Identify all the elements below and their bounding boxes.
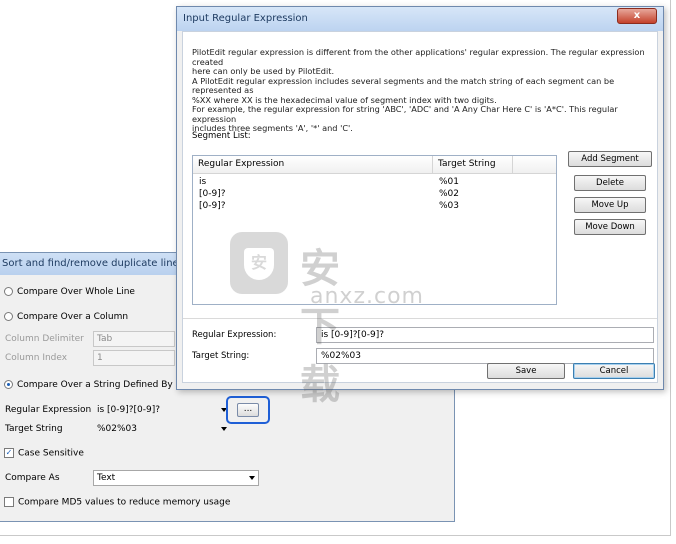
radio-selected-icon (4, 380, 13, 389)
regex-field-label: Regular Expression: (192, 330, 277, 340)
regex-label: Regular Expression (5, 405, 92, 415)
column-header-target[interactable]: Target String (433, 156, 513, 173)
chevron-down-icon (249, 476, 255, 480)
segment-list[interactable]: Regular Expression Target String is %01 [… (192, 155, 557, 305)
chevron-down-icon (221, 427, 227, 431)
list-item[interactable]: [0-9]? %03 (193, 201, 556, 212)
radio-icon (4, 287, 13, 296)
list-header: Regular Expression Target String (193, 156, 556, 174)
add-segment-button[interactable]: Add Segment (568, 151, 652, 167)
list-item[interactable]: is %01 (193, 177, 556, 188)
regex-input[interactable]: is [0-9]?[0-9]? (316, 327, 654, 343)
delete-button[interactable]: Delete (574, 175, 646, 191)
ellipsis-button-highlight: ... (226, 396, 270, 424)
compare-as-label: Compare As (5, 473, 60, 483)
list-item[interactable]: [0-9]? %02 (193, 189, 556, 200)
radio-column[interactable]: Compare Over a Column (4, 312, 128, 322)
save-button[interactable]: Save (487, 363, 565, 379)
cancel-button[interactable]: Cancel (573, 363, 655, 379)
radio-icon (4, 312, 13, 321)
regex-combobox[interactable]: is [0-9]?[0-9]? (93, 402, 231, 418)
compare-as-select[interactable]: Text (93, 470, 259, 486)
close-icon: x (633, 10, 641, 21)
close-button[interactable]: x (617, 8, 657, 24)
radio-whole-line[interactable]: Compare Over Whole Line (4, 287, 135, 297)
dialog-content: PilotEdit regular expression is differen… (182, 31, 658, 383)
divider (183, 318, 657, 319)
ellipsis-button[interactable]: ... (237, 403, 259, 417)
md5-checkbox[interactable]: Compare MD5 values to reduce memory usag… (4, 497, 230, 508)
target-string-label: Target String (5, 424, 63, 434)
column-delimiter-select[interactable]: Tab (93, 331, 175, 347)
checkbox-icon (4, 497, 14, 507)
column-delimiter-label: Column Delimiter (5, 334, 84, 344)
move-down-button[interactable]: Move Down (574, 219, 646, 235)
move-up-button[interactable]: Move Up (574, 197, 646, 213)
column-index-label: Column Index (5, 353, 68, 363)
target-string-input[interactable]: %02%03 (316, 348, 654, 364)
column-header-regex[interactable]: Regular Expression (193, 156, 433, 173)
segment-list-label: Segment List: (192, 131, 251, 141)
target-string-combobox[interactable]: %02%03 (93, 421, 231, 437)
column-index-field[interactable]: 1 (93, 350, 175, 366)
description-text: PilotEdit regular expression is differen… (192, 47, 645, 133)
input-regex-dialog: Input Regular Expression x PilotEdit reg… (176, 6, 664, 390)
case-sensitive-checkbox[interactable]: ✓ Case Sensitive (4, 448, 84, 459)
target-field-label: Target String: (192, 351, 250, 361)
dialog-title: Input Regular Expression (177, 7, 663, 31)
checkmark-icon: ✓ (4, 448, 14, 458)
